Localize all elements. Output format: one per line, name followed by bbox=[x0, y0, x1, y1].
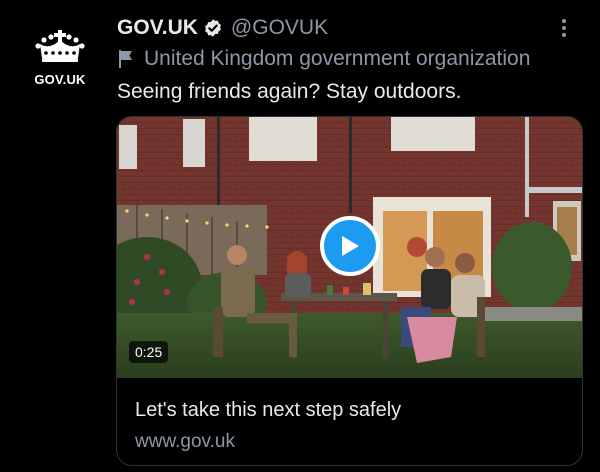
name-row: GOV.UK @GOVUK bbox=[117, 14, 580, 42]
handle[interactable]: @GOVUK bbox=[231, 16, 328, 40]
org-label: United Kingdom government organization bbox=[144, 47, 531, 70]
video-duration: 0:25 bbox=[129, 341, 169, 363]
card-domain: www.gov.uk bbox=[135, 431, 235, 452]
card-title: Let's take this next step safely bbox=[135, 399, 402, 421]
org-affiliation: United Kingdom government organization bbox=[117, 45, 580, 73]
tweet-header: GOV.UK @GOVUK United Kingdom government … bbox=[117, 14, 580, 73]
video-thumbnail[interactable]: 0:25 bbox=[117, 117, 582, 378]
flag-icon bbox=[119, 50, 132, 68]
crown-icon bbox=[35, 30, 85, 62]
play-icon bbox=[342, 236, 359, 256]
more-options-icon[interactable] bbox=[554, 14, 574, 42]
author-avatar[interactable]: GOV.UK bbox=[28, 28, 92, 92]
link-card[interactable]: 0:25 Let's take this next step safely ww… bbox=[116, 116, 583, 466]
avatar-label: GOV.UK bbox=[34, 72, 86, 87]
display-name[interactable]: GOV.UK bbox=[117, 16, 198, 40]
verified-badge-icon bbox=[205, 19, 221, 37]
tweet-text: Seeing friends again? Stay outdoors. bbox=[117, 80, 462, 103]
card-meta[interactable]: Let's take this next step safely www.gov… bbox=[117, 378, 582, 454]
play-button[interactable] bbox=[320, 216, 380, 276]
